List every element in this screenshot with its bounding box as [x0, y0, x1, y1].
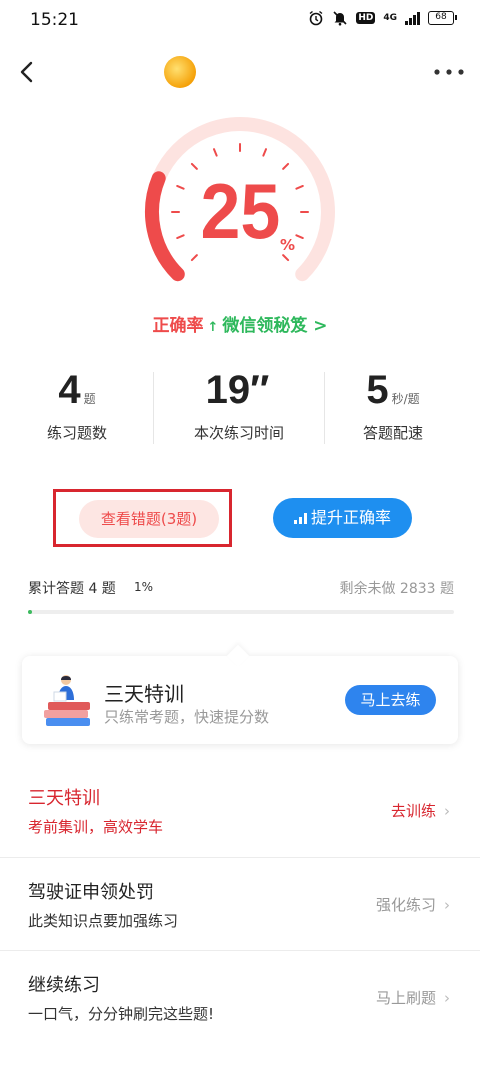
gauge-tick	[282, 162, 290, 170]
more-dots-icon[interactable]	[432, 62, 466, 82]
stat-value: 19″	[205, 368, 270, 412]
gauge-tick	[190, 254, 198, 262]
list-item-action[interactable]: 强化练习 ›	[376, 894, 450, 915]
list-item-title: 驾驶证申领处罚	[28, 882, 154, 903]
gauge-tick	[212, 148, 218, 157]
accuracy-row: 正确率 ↑ 微信领秘笈 >	[0, 311, 480, 336]
list-item-three-day-training[interactable]: 三天特训 考前集训，高效学车 去训练 ›	[0, 764, 480, 856]
progress-fill	[28, 610, 33, 614]
status-icons: HD 4G 68	[308, 10, 457, 26]
accuracy-percent-unit: %	[280, 236, 296, 254]
up-arrow-icon: ↑	[207, 320, 219, 335]
gauge-tick	[190, 162, 198, 170]
accuracy-percent-value: 25	[200, 167, 280, 255]
list-item-action-label[interactable]: 强化练习	[376, 896, 436, 914]
stat-label: 练习题数	[46, 424, 107, 442]
promo-title: 三天特训	[104, 682, 184, 706]
list-item-title: 继续练习	[28, 975, 100, 996]
progress-row: 累计答题 4 题 1% 剩余未做 2833 题	[28, 578, 454, 598]
battery-icon: 68	[428, 11, 457, 25]
progress-track	[28, 610, 454, 614]
stat-unit: 题	[83, 392, 96, 406]
status-time: 15:21	[30, 10, 79, 30]
gauge-tick	[262, 148, 268, 157]
view-wrong-questions-button[interactable]: 查看错题(3题)	[79, 500, 219, 538]
stat-unit: 秒/题	[391, 392, 420, 406]
mute-icon	[333, 11, 347, 26]
wechat-tips-label[interactable]: 微信领秘笈	[222, 316, 307, 336]
chevron-right-icon: ›	[444, 896, 450, 914]
promo-card[interactable]: 三天特训 只练常考题，快速提分数 马上去练	[22, 656, 458, 744]
network-type: 4G	[383, 13, 397, 23]
chevron-right-icon: ›	[444, 802, 450, 820]
list-item-continue-practice[interactable]: 继续练习 一口气，分分钟刷完这些题! 马上刷题 ›	[0, 950, 480, 1042]
chevron-right-icon[interactable]: >	[313, 316, 327, 336]
avatar[interactable]	[164, 56, 196, 88]
stats-row: 4题 练习题数 19″ 本次练习时间 5 秒/题 答题配速	[0, 368, 480, 448]
remaining-count: 剩余未做 2833 题	[339, 581, 454, 597]
list-item-license-penalty[interactable]: 驾驶证申领处罚 此类知识点要加强练习 强化练习 ›	[0, 857, 480, 949]
books-reading-icon	[44, 675, 90, 726]
list-item-title: 三天特训	[28, 788, 100, 809]
list-item-subtitle: 考前集训，高效学车	[28, 818, 164, 836]
list-item-subtitle: 此类知识点要加强练习	[28, 912, 179, 930]
list-item-action-label[interactable]: 去训练	[391, 802, 436, 820]
stat-question-count: 4题 练习题数	[2, 368, 152, 443]
stat-label: 答题配速	[362, 424, 423, 442]
stat-value: 4	[58, 368, 81, 412]
start-practice-button[interactable]: 马上去练	[345, 685, 436, 715]
wechat-tips-link[interactable]: 微信领秘笈 >	[222, 316, 327, 336]
bar-chart-icon	[293, 513, 307, 524]
list-item-subtitle: 一口气，分分钟刷完这些题!	[28, 1005, 215, 1023]
back-arrow-icon[interactable]	[14, 58, 42, 86]
stat-label: 本次练习时间	[193, 424, 284, 442]
signal-icon	[405, 11, 420, 25]
accuracy-label: 正确率	[152, 316, 204, 336]
improve-accuracy-label[interactable]: 提升正确率	[311, 508, 391, 527]
total-percent: 1%	[134, 580, 154, 594]
hd-icon: HD	[356, 12, 376, 24]
stat-value: 5	[366, 368, 389, 412]
total-answered: 累计答题 4 题	[28, 581, 116, 597]
improve-accuracy-button[interactable]: 提升正确率	[273, 498, 412, 538]
accuracy-percent: 25	[0, 172, 480, 250]
gauge-tick	[282, 254, 290, 262]
stat-practice-time: 19″ 本次练习时间	[164, 368, 314, 443]
divider	[153, 372, 154, 444]
status-bar: 15:21 HD 4G 68	[0, 0, 480, 44]
list-item-action[interactable]: 马上刷题 ›	[376, 987, 450, 1008]
stat-pace: 5 秒/题 答题配速	[318, 368, 468, 443]
list-item-action[interactable]: 去训练 ›	[391, 800, 450, 821]
chevron-right-icon: ›	[444, 989, 450, 1007]
alarm-icon	[309, 10, 323, 26]
promo-subtitle: 只练常考题，快速提分数	[104, 708, 270, 726]
list-item-action-label[interactable]: 马上刷题	[376, 989, 436, 1007]
